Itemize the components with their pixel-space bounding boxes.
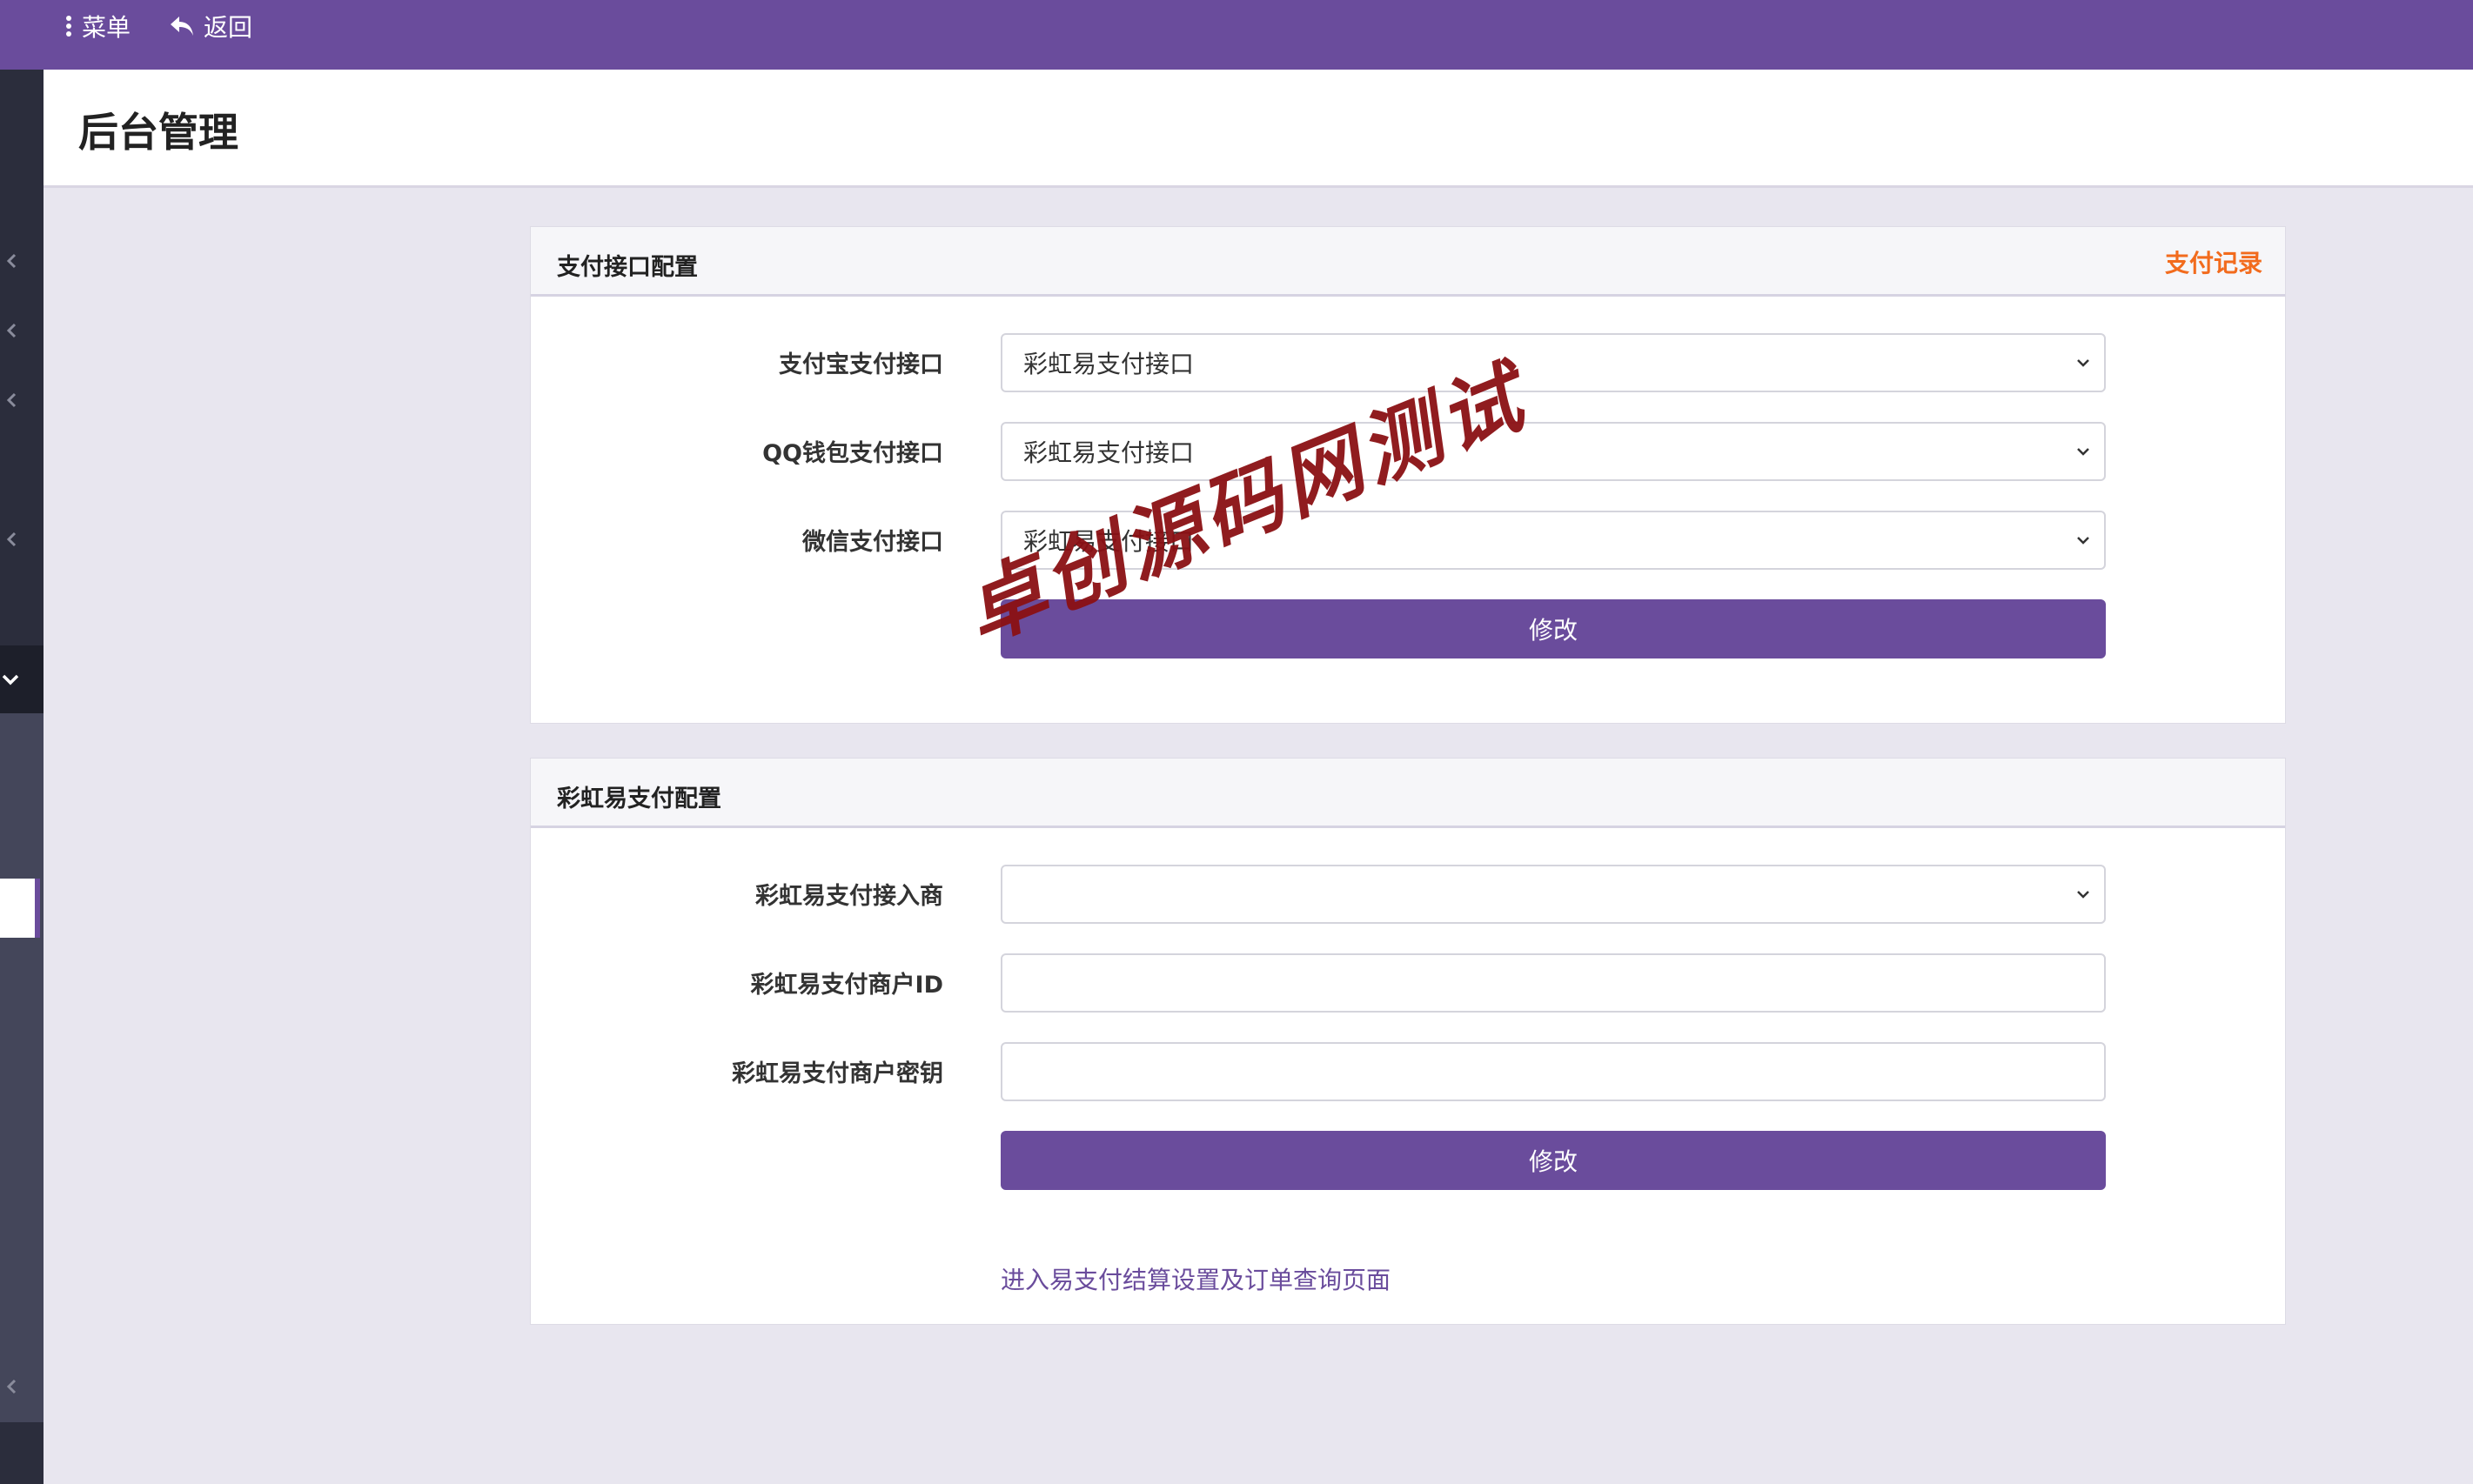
sidebar-open-group[interactable] [0,645,44,713]
field-label: 彩虹易支付商户ID [750,972,943,999]
form-row-epay-merchant-id: 彩虹易支付商户ID [531,953,2287,1013]
field-label: 微信支付接口 [802,529,943,556]
card-header: 支付接口配置 支付记录 [531,227,2285,297]
sidebar-active-item[interactable] [0,879,35,938]
sidebar-expand-chevron-left-icon[interactable] [0,527,24,551]
menu-label: 菜单 [82,13,131,42]
save-pay-interface-button[interactable]: 修改 [1001,599,2106,658]
epay-provider-select[interactable] [1001,865,2106,924]
field-label: 彩虹易支付商户密钥 [732,1060,943,1087]
reply-icon [171,17,193,36]
form-row-epay-merchant-key: 彩虹易支付商户密钥 [531,1042,2287,1101]
sidebar-submenu [0,713,44,1422]
merchant-key-input[interactable] [1001,1042,2106,1101]
sidebar-expand-chevron-left-icon[interactable] [0,318,24,343]
back-link[interactable]: 返回 [169,10,252,42]
select-value: 彩虹易支付接口 [1023,350,1195,378]
chevron-down-icon [2,674,19,685]
card-header: 彩虹易支付配置 [531,759,2285,828]
page-header: 后台管理 [44,70,2473,188]
epay-settlement-link[interactable]: 进入易支付结算设置及订单查询页面 [1001,1261,1391,1296]
chevron-down-icon [2077,359,2089,367]
back-label: 返回 [204,13,253,42]
pay-records-link[interactable]: 支付记录 [2165,244,2262,279]
save-epay-config-button[interactable]: 修改 [1001,1131,2106,1190]
card-title: 支付接口配置 [557,254,698,281]
chevron-down-icon [2077,537,2089,545]
form-row-epay-provider: 彩虹易支付接入商 [531,865,2287,924]
menu-toggle[interactable]: 菜单 [64,10,131,42]
merchant-id-input[interactable] [1001,953,2106,1013]
card-title: 彩虹易支付配置 [557,785,721,812]
sidebar-expand-chevron-left-icon[interactable] [0,388,24,412]
alipay-interface-select[interactable]: 彩虹易支付接口 [1001,333,2106,392]
more-vertical-icon [66,16,71,37]
chevron-down-icon [2077,448,2089,456]
field-label: QQ钱包支付接口 [762,440,943,467]
form-row-wxpay: 微信支付接口 彩虹易支付接口 [531,511,2287,570]
page-title: 后台管理 [78,109,238,156]
chevron-down-icon [2077,891,2089,899]
sidebar-expand-chevron-left-icon[interactable] [0,1374,24,1399]
field-label: 支付宝支付接口 [779,351,943,378]
select-value: 彩虹易支付接口 [1023,438,1195,467]
sidebar-expand-chevron-left-icon[interactable] [0,249,24,273]
sidebar [0,70,44,1484]
epay-config-card: 彩虹易支付配置 彩虹易支付接入商 彩虹易支付商户ID 彩虹易支付商户密钥 修改 … [530,758,2286,1325]
top-navbar: 菜单 返回 [0,0,2473,70]
field-label: 彩虹易支付接入商 [755,883,943,910]
sidebar-active-indicator [35,879,40,938]
